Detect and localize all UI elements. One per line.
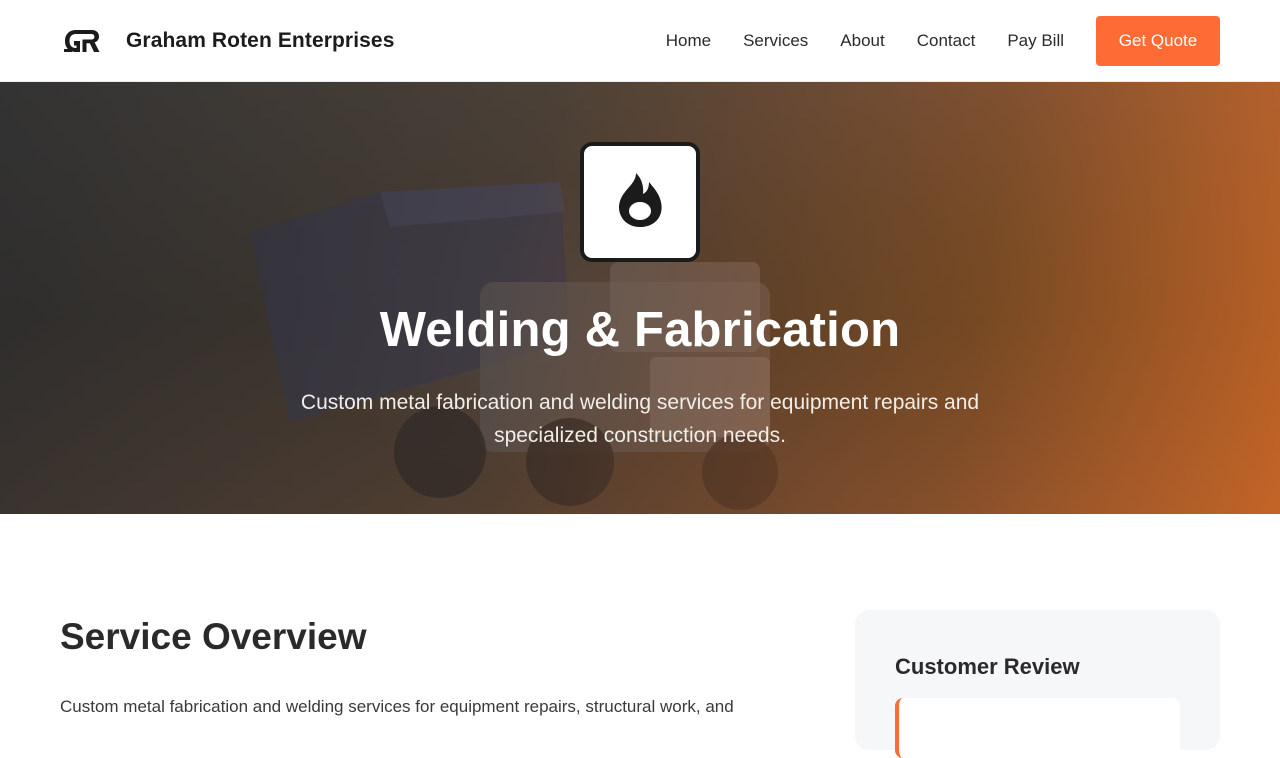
flame-icon — [614, 171, 666, 234]
service-icon-box — [580, 142, 700, 262]
customer-review-card: Customer Review — [855, 610, 1220, 758]
hero-title: Welding & Fabrication — [379, 303, 901, 357]
brand[interactable]: Graham Roten Enterprises — [60, 26, 394, 56]
brand-name[interactable]: Graham Roten Enterprises — [126, 29, 394, 53]
review-quote-box — [895, 698, 1180, 758]
site-header: Graham Roten Enterprises Home Services A… — [0, 0, 1280, 82]
get-quote-button[interactable]: Get Quote — [1096, 15, 1220, 66]
nav-contact[interactable]: Contact — [917, 31, 976, 51]
nav-pay-bill[interactable]: Pay Bill — [1007, 31, 1064, 51]
nav-home[interactable]: Home — [666, 31, 711, 51]
nav-about[interactable]: About — [840, 31, 884, 51]
customer-review-title: Customer Review — [895, 654, 1080, 679]
service-overview-text: Custom metal fabrication and welding ser… — [60, 697, 734, 716]
service-overview-title: Service Overview — [60, 616, 367, 657]
main-nav: Home Services About Contact Pay Bill Get… — [666, 15, 1220, 66]
nav-services[interactable]: Services — [743, 31, 808, 51]
hero-subtitle: Custom metal fabrication and welding ser… — [300, 391, 980, 447]
hero-content: Welding & Fabrication Custom metal fabri… — [0, 82, 1280, 514]
hero-section: Welding & Fabrication Custom metal fabri… — [0, 82, 1280, 514]
gr-monogram-icon[interactable] — [60, 26, 104, 56]
